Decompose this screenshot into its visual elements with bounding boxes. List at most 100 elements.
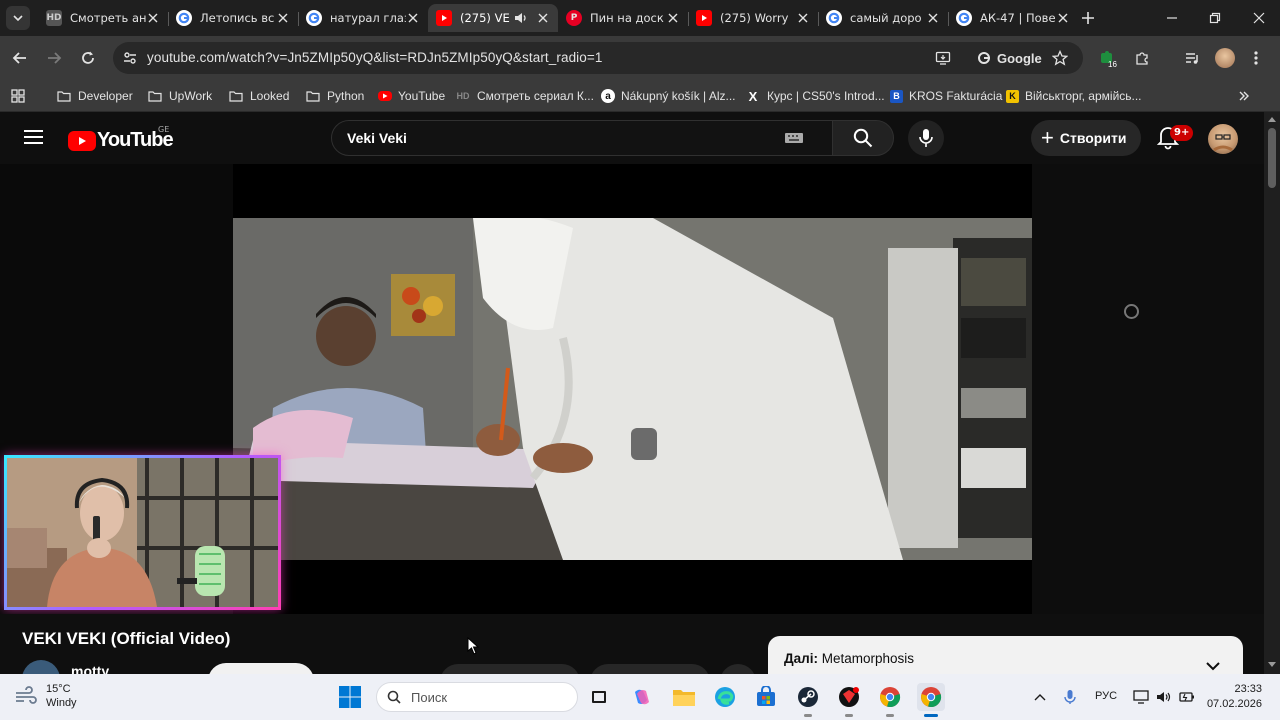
youtube-search-button[interactable] bbox=[832, 120, 894, 156]
new-tab-button[interactable] bbox=[1078, 8, 1098, 28]
app-button[interactable] bbox=[835, 683, 863, 717]
browser-tab[interactable]: (275) Worry bbox=[688, 4, 818, 32]
bookmark-youtube[interactable]: YouTube bbox=[378, 86, 445, 106]
battery-button[interactable] bbox=[1178, 688, 1196, 706]
bookmark-developer[interactable]: Developer bbox=[56, 86, 133, 106]
edge-button[interactable] bbox=[711, 683, 739, 711]
browser-tab[interactable]: HD Смотреть ан bbox=[38, 4, 168, 32]
apps-button[interactable] bbox=[10, 86, 26, 106]
channel-name[interactable]: motty bbox=[71, 663, 109, 674]
scroll-down-arrow-icon[interactable] bbox=[1268, 662, 1276, 668]
bookmark-looked[interactable]: Looked bbox=[228, 86, 289, 106]
chrome-active-button[interactable] bbox=[917, 683, 945, 717]
media-controls-button[interactable] bbox=[1180, 46, 1204, 70]
scroll-up-arrow-icon[interactable] bbox=[1268, 116, 1276, 122]
bookmark-viyskorg[interactable]: K Військторг, армійсь... bbox=[1006, 86, 1142, 106]
profile-button[interactable] bbox=[1213, 46, 1237, 70]
google-icon bbox=[826, 10, 842, 26]
close-tab-icon[interactable] bbox=[1056, 11, 1070, 25]
account-avatar[interactable] bbox=[1208, 124, 1238, 154]
google-icon bbox=[176, 10, 192, 26]
youtube-search-box[interactable]: Veki Veki bbox=[331, 120, 833, 156]
up-next-title: Metamorphosis bbox=[821, 651, 915, 666]
puzzle-icon bbox=[1136, 52, 1148, 65]
browser-tab[interactable]: P Пин на доск bbox=[558, 4, 688, 32]
browser-tab-active[interactable]: (275) VE bbox=[428, 4, 558, 32]
minimize-icon bbox=[1167, 17, 1177, 19]
chrome-button[interactable] bbox=[876, 683, 904, 717]
browser-tab[interactable]: АК-47 | Пове bbox=[948, 4, 1078, 32]
browser-tab[interactable]: самый доро bbox=[818, 4, 948, 32]
close-tab-icon[interactable] bbox=[146, 11, 160, 25]
minimize-button[interactable] bbox=[1162, 8, 1182, 28]
weather-widget[interactable]: 15°C Windy bbox=[14, 682, 77, 710]
chrome-menu-button[interactable] bbox=[1244, 46, 1268, 70]
star-icon[interactable] bbox=[1052, 50, 1068, 66]
chevron-up-icon bbox=[1034, 694, 1046, 701]
bookmark-alza[interactable]: a Nákupný košík | Alz... bbox=[601, 86, 736, 106]
up-next-text: Далі: Metamorphosis bbox=[784, 651, 914, 666]
create-button[interactable]: + Створити bbox=[1031, 120, 1141, 156]
back-button[interactable] bbox=[8, 46, 32, 70]
windows-start-icon[interactable] bbox=[338, 685, 362, 709]
tray-overflow-button[interactable] bbox=[1031, 688, 1049, 706]
close-tab-icon[interactable] bbox=[406, 11, 420, 25]
bookmarks-overflow-button[interactable] bbox=[1238, 86, 1250, 106]
more-actions-button[interactable] bbox=[720, 664, 756, 674]
bookmark-serial[interactable]: HD Смотреть сериал К... bbox=[455, 86, 594, 106]
volume-button[interactable] bbox=[1155, 688, 1173, 706]
address-bar[interactable]: youtube.com/watch?v=Jn5ZMIp50yQ&list=RDJ… bbox=[113, 42, 1083, 74]
close-tab-icon[interactable] bbox=[796, 11, 810, 25]
close-tab-icon[interactable] bbox=[276, 11, 290, 25]
bookmark-upwork[interactable]: UpWork bbox=[147, 86, 212, 106]
browser-tab[interactable]: Летопись вс bbox=[168, 4, 298, 32]
up-next-panel[interactable]: Далі: Metamorphosis bbox=[768, 636, 1243, 674]
guide-menu-button[interactable] bbox=[24, 129, 43, 149]
file-explorer-button[interactable] bbox=[670, 683, 698, 711]
youtube-logo[interactable]: YouTube bbox=[68, 129, 174, 152]
like-dislike-button[interactable] bbox=[440, 664, 580, 674]
scrollbar-thumb[interactable] bbox=[1268, 128, 1276, 188]
steam-button[interactable] bbox=[794, 683, 822, 717]
chevron-down-icon[interactable] bbox=[1206, 661, 1220, 671]
google-icon bbox=[956, 10, 972, 26]
copilot-button[interactable] bbox=[628, 683, 656, 711]
speaker-icon[interactable] bbox=[514, 11, 528, 25]
youtube-icon bbox=[696, 10, 712, 26]
video-frame[interactable] bbox=[233, 164, 1032, 614]
network-button[interactable] bbox=[1132, 688, 1150, 706]
input-language[interactable]: РУС bbox=[1095, 690, 1117, 702]
close-tab-icon[interactable] bbox=[666, 11, 680, 25]
restore-button[interactable] bbox=[1205, 8, 1225, 28]
install-app-icon[interactable] bbox=[935, 50, 951, 66]
bookmark-kros[interactable]: B KROS Fakturácia bbox=[890, 86, 1002, 106]
microphone-tray-button[interactable] bbox=[1061, 688, 1079, 706]
taskbar-search-box[interactable]: Поиск bbox=[376, 682, 578, 712]
keyboard-icon[interactable] bbox=[784, 131, 804, 145]
channel-avatar[interactable] bbox=[22, 660, 60, 674]
store-button[interactable] bbox=[752, 683, 780, 711]
bookmark-python[interactable]: Python bbox=[305, 86, 364, 106]
close-tab-icon[interactable] bbox=[926, 11, 940, 25]
watch-metadata: VEKI VEKI (Official Video) motty Далі: M… bbox=[0, 614, 1264, 674]
close-tab-icon[interactable] bbox=[536, 11, 550, 25]
windows-taskbar: 15°C Windy Поиск РУС 23:33 07.02.2026 bbox=[0, 674, 1280, 720]
tab-search-button[interactable] bbox=[6, 6, 30, 30]
extension-button[interactable]: 16 bbox=[1096, 46, 1120, 70]
share-button[interactable] bbox=[590, 664, 710, 674]
browser-tab[interactable]: натурал глаз bbox=[298, 4, 428, 32]
forward-button[interactable] bbox=[42, 46, 66, 70]
subscribe-button[interactable] bbox=[208, 663, 314, 674]
extensions-menu-button[interactable] bbox=[1130, 46, 1154, 70]
search-engine-chip[interactable]: Google bbox=[971, 46, 1048, 70]
taskbar-clock[interactable]: 23:33 07.02.2026 bbox=[1204, 682, 1262, 712]
bookmark-cs50[interactable]: X Курс | CS50's Introd... bbox=[745, 86, 885, 106]
page-scrollbar[interactable] bbox=[1264, 112, 1280, 674]
close-window-button[interactable] bbox=[1249, 8, 1269, 28]
url-text[interactable]: youtube.com/watch?v=Jn5ZMIp50yQ&list=RDJ… bbox=[147, 50, 603, 65]
voice-search-button[interactable] bbox=[908, 120, 944, 156]
reload-button[interactable] bbox=[76, 46, 100, 70]
site-info-icon[interactable] bbox=[122, 50, 138, 66]
task-view-button[interactable] bbox=[585, 683, 613, 711]
search-input[interactable]: Veki Veki bbox=[347, 130, 407, 146]
